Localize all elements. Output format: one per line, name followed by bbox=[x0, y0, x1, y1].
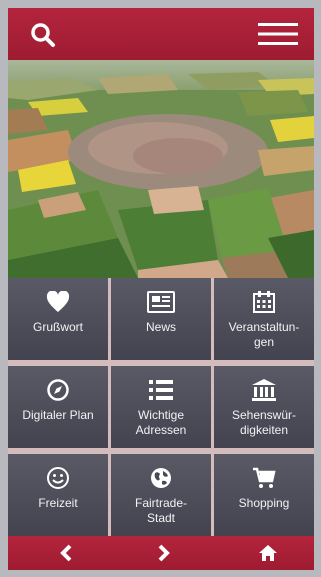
museum-icon bbox=[249, 378, 279, 402]
tile-label: Wichtige Adressen bbox=[135, 408, 187, 437]
home-icon bbox=[259, 545, 277, 561]
tile-label: News bbox=[145, 320, 176, 334]
tile-wichtige-adressen[interactable]: Wichtige Adressen bbox=[111, 366, 211, 448]
cart-icon bbox=[249, 466, 279, 490]
back-button[interactable] bbox=[36, 536, 96, 570]
search-icon[interactable] bbox=[30, 22, 56, 48]
bottom-nav-bar bbox=[8, 536, 314, 570]
tile-label: Shopping bbox=[238, 496, 290, 510]
list-icon bbox=[146, 378, 176, 402]
tile-label: Fairtrade- Stadt bbox=[134, 496, 187, 525]
heart-icon bbox=[43, 290, 73, 314]
tile-digitaler-plan[interactable]: Digitaler Plan bbox=[8, 366, 108, 448]
smiley-icon bbox=[43, 466, 73, 490]
tile-veranstaltungen[interactable]: Veranstaltun- gen bbox=[214, 278, 314, 360]
tile-sehenswuerdigkeiten[interactable]: Sehenswür- digkeiten bbox=[214, 366, 314, 448]
tile-grusswort[interactable]: Grußwort bbox=[8, 278, 108, 360]
hero-aerial-photo bbox=[8, 60, 314, 278]
home-button[interactable] bbox=[238, 536, 298, 570]
globe-icon bbox=[146, 466, 176, 490]
menu-tile-grid: Grußwort News Veranstaltun- gen Digitale… bbox=[8, 278, 314, 536]
newspaper-icon bbox=[146, 290, 176, 314]
tile-freizeit[interactable]: Freizeit bbox=[8, 454, 108, 536]
tile-fairtrade-stadt[interactable]: Fairtrade- Stadt bbox=[111, 454, 211, 536]
hamburger-menu-icon[interactable] bbox=[258, 22, 298, 46]
tile-shopping[interactable]: Shopping bbox=[214, 454, 314, 536]
tile-label: Digitaler Plan bbox=[22, 408, 94, 422]
chevron-right-icon bbox=[158, 544, 170, 562]
compass-icon bbox=[43, 378, 73, 402]
tile-label: Sehenswür- digkeiten bbox=[231, 408, 297, 437]
tile-news[interactable]: News bbox=[111, 278, 211, 360]
calendar-icon bbox=[249, 290, 279, 314]
top-bar bbox=[8, 8, 314, 60]
tile-label: Grußwort bbox=[32, 320, 83, 334]
tile-label: Veranstaltun- gen bbox=[228, 320, 300, 349]
tile-label: Freizeit bbox=[38, 496, 78, 510]
chevron-left-icon bbox=[60, 544, 72, 562]
forward-button[interactable] bbox=[134, 536, 194, 570]
app-frame: Grußwort News Veranstaltun- gen Digitale… bbox=[8, 8, 314, 570]
